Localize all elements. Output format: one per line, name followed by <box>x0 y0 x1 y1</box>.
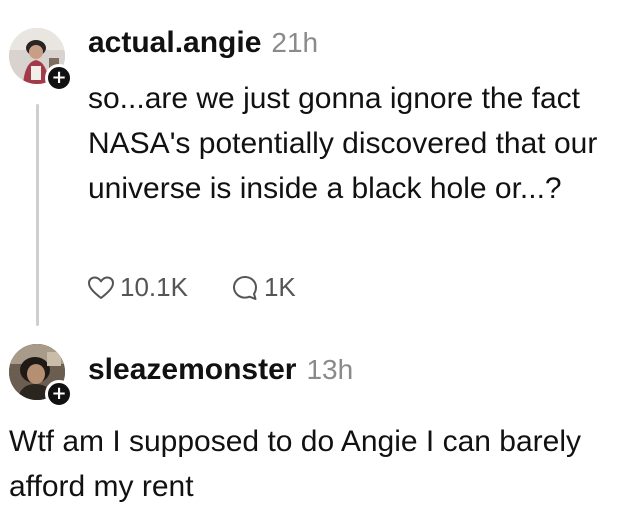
follow-add-button[interactable]: + <box>45 380 73 408</box>
avatar-container: + <box>9 28 73 92</box>
post: + actual.angie 21h so...are we just gonn… <box>0 0 640 330</box>
follow-add-button[interactable]: + <box>45 64 73 92</box>
reply-button[interactable]: 1K <box>232 272 296 303</box>
comment-icon <box>232 275 257 300</box>
timestamp: 13h <box>306 354 354 385</box>
reply-count: 1K <box>263 272 296 302</box>
thread-line <box>36 104 39 326</box>
avatar-container: + <box>9 344 73 408</box>
like-count: 10.1K <box>120 272 188 302</box>
username[interactable]: actual.angie <box>88 26 261 60</box>
username[interactable]: sleazemonster <box>88 353 296 387</box>
post-header: actual.angie 21h <box>88 26 318 60</box>
heart-icon <box>88 276 114 299</box>
like-button[interactable]: 10.1K <box>88 272 188 303</box>
post-header: sleazemonster 13h <box>88 353 353 387</box>
post-text: so...are we just gonna ignore the fact N… <box>88 82 598 205</box>
post-text: Wtf am I supposed to do Angie I can bare… <box>9 425 581 503</box>
post: + sleazemonster 13h Wtf am I supposed to… <box>0 330 640 507</box>
timestamp: 21h <box>271 27 319 58</box>
post-actions: 10.1K 1K <box>88 272 296 303</box>
